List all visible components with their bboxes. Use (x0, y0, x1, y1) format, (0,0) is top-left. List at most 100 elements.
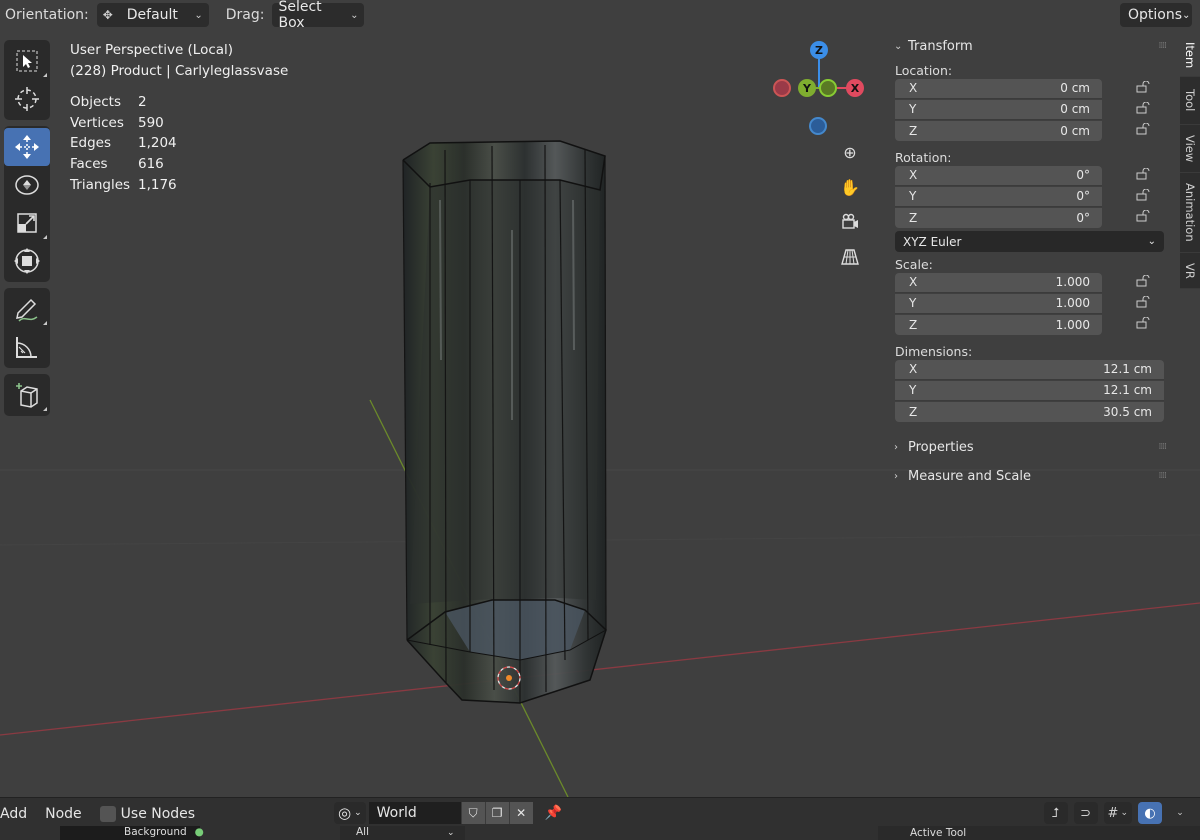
overlay-toggle[interactable]: ◐ (1138, 802, 1162, 824)
transform-section-header[interactable]: ⌄ Transform ⁞⁞⁞⁞ (888, 35, 1176, 57)
tool-group-add (4, 374, 50, 416)
node-menu[interactable]: Node (45, 806, 82, 822)
unlock-icon[interactable] (1128, 102, 1158, 117)
scale-x-row: X 1.000 (895, 272, 1176, 293)
stat-row: Faces 616 (70, 156, 164, 173)
unlock-icon[interactable] (1128, 210, 1158, 225)
fake-user-button[interactable]: ⛉ (460, 802, 485, 824)
move-tool[interactable] (4, 128, 50, 166)
dimensions-y-row: Y 12.1 cm (895, 380, 1176, 401)
copy-icon: ❐ (491, 806, 503, 820)
transform-tool[interactable] (4, 242, 50, 280)
drag-grip-icon[interactable]: ⁞⁞⁞⁞ (1159, 471, 1168, 481)
cursor-tool[interactable] (4, 80, 50, 118)
location-x-field[interactable]: X0 cm (895, 78, 1102, 99)
gizmo-y-axis[interactable]: Y (798, 79, 816, 97)
rotation-x-field[interactable]: X 0° (895, 165, 1102, 186)
add-cube-icon (16, 383, 38, 408)
location-x-row: X0 cm (895, 78, 1176, 99)
scale-z-field[interactable]: Z 1.000 (895, 314, 1102, 335)
location-z-field[interactable]: Z0 cm (895, 120, 1102, 141)
dimensions-x-field[interactable]: X 12.1 cm (895, 359, 1164, 380)
gizmo-neg-x[interactable] (773, 79, 791, 97)
parent-button[interactable]: ⮥ (1043, 802, 1068, 824)
gizmo-neg-z[interactable] (809, 117, 827, 135)
gizmo-z-axis[interactable]: Z (810, 41, 828, 59)
grid-perspective-icon (841, 249, 859, 265)
dimensions-y-field[interactable]: Y 12.1 cm (895, 380, 1164, 401)
drag-grip-icon[interactable]: ⁞⁞⁞⁞ (1159, 41, 1168, 51)
scale-z-row: Z 1.000 (895, 314, 1176, 335)
tab-vr[interactable]: VR (1180, 253, 1200, 289)
annotate-tool[interactable] (4, 290, 50, 328)
tool-group-select (4, 40, 50, 120)
dimensions-z-field[interactable]: Z 30.5 cm (895, 401, 1164, 422)
pin-icon[interactable]: 📌 (545, 805, 562, 821)
add-menu[interactable]: Add (0, 806, 27, 822)
scale-y-field[interactable]: Y 1.000 (895, 293, 1102, 314)
location-y-field[interactable]: Y0 cm (895, 99, 1102, 120)
snap-toggle[interactable]: ⊃ (1073, 802, 1098, 824)
stat-row: Edges 1,204 (70, 135, 177, 152)
overlay-dropdown[interactable]: ⌄ (1168, 802, 1192, 824)
world-browse-dropdown[interactable]: ◎ ⌄ (334, 802, 366, 824)
tab-tool[interactable]: Tool (1180, 77, 1200, 125)
measure-icon (16, 337, 37, 358)
unlock-icon[interactable] (1128, 189, 1158, 204)
unlock-icon[interactable] (1128, 317, 1158, 332)
tab-item[interactable]: Item (1180, 35, 1200, 77)
scale-label: Scale: (895, 257, 933, 272)
options-dropdown[interactable]: Options ⌄ (1120, 3, 1192, 27)
perspective-toggle-button[interactable] (833, 240, 867, 274)
pan-button[interactable]: ✋ (833, 170, 867, 204)
stat-row: Objects 2 (70, 94, 147, 110)
drag-grip-icon[interactable]: ⁞⁞⁞⁞ (1159, 442, 1168, 452)
use-nodes-toggle[interactable]: Use Nodes (99, 806, 195, 822)
select-box-tool[interactable] (4, 42, 50, 80)
unlink-button[interactable]: ✕ (508, 802, 533, 824)
unlock-icon[interactable] (1128, 123, 1158, 138)
rotate-tool[interactable] (4, 166, 50, 204)
chevron-down-icon: ⌄ (194, 9, 203, 21)
blender-window: Orientation: ✥ Default ⌄ Drag: Select Bo… (0, 0, 1200, 840)
scale-tool[interactable] (4, 204, 50, 242)
world-name-field[interactable]: World (368, 802, 461, 824)
rotation-z-field[interactable]: Z 0° (895, 207, 1102, 228)
orientation-dropdown[interactable]: ✥ Default ⌄ (96, 3, 209, 27)
checkbox[interactable] (99, 806, 116, 822)
navigation-gizmo[interactable]: Z Y X (770, 38, 870, 138)
properties-section-header[interactable]: › Properties ⁞⁞⁞⁞ (888, 436, 1176, 458)
gizmo-x-axis[interactable]: X (846, 79, 864, 97)
gizmo-neg-y[interactable] (819, 79, 837, 97)
chevron-down-icon: ⌄ (447, 828, 455, 838)
tab-view[interactable]: View (1180, 125, 1200, 173)
rotation-y-field[interactable]: Y 0° (895, 186, 1102, 207)
unlock-icon[interactable] (1128, 296, 1158, 311)
measure-scale-section-header[interactable]: › Measure and Scale ⁞⁞⁞⁞ (888, 465, 1176, 487)
all-filter-dropdown[interactable]: All ⌄ (340, 826, 465, 840)
rotation-y-row: Y 0° (895, 186, 1176, 207)
stat-row: Triangles 1,176 (70, 176, 177, 193)
orientation-label: Orientation: (5, 7, 89, 23)
drag-label: Drag: (225, 7, 265, 23)
add-cube-tool[interactable] (4, 376, 50, 414)
unlock-icon[interactable] (1128, 275, 1158, 290)
sidebar-tabs: Item Tool View Animation VR (1180, 35, 1200, 289)
tab-animation[interactable]: Animation (1180, 173, 1200, 253)
unlock-icon[interactable] (1128, 168, 1158, 183)
3d-viewport[interactable]: Orientation: ✥ Default ⌄ Drag: Select Bo… (0, 0, 1200, 797)
node-editor-right-tools: ⮥ ⊃ # ⌄ ◐ ⌄ (1043, 802, 1192, 824)
measure-tool[interactable] (4, 328, 50, 366)
camera-view-button[interactable] (833, 205, 867, 239)
zoom-button[interactable]: ⊕ (833, 135, 867, 169)
node-editor-canvas-strip: Background ● All ⌄ Active Tool (60, 826, 1200, 840)
snap-mode-dropdown[interactable]: # ⌄ (1103, 802, 1132, 824)
node-editor-toolbar: Add Node Use Nodes ◎ ⌄ World ⛉ ❐ ✕ 📌 ⮥ ⊃ (0, 802, 1200, 826)
drag-dropdown[interactable]: Select Box ⌄ (272, 0, 365, 31)
rotation-mode-dropdown[interactable]: XYZ Euler ⌄ (895, 231, 1164, 252)
unlock-icon[interactable] (1128, 81, 1158, 96)
background-node[interactable]: Background ● (60, 826, 204, 840)
scale-x-field[interactable]: X 1.000 (895, 272, 1102, 293)
select-box-icon (16, 50, 38, 72)
duplicate-button[interactable]: ❐ (484, 802, 509, 824)
